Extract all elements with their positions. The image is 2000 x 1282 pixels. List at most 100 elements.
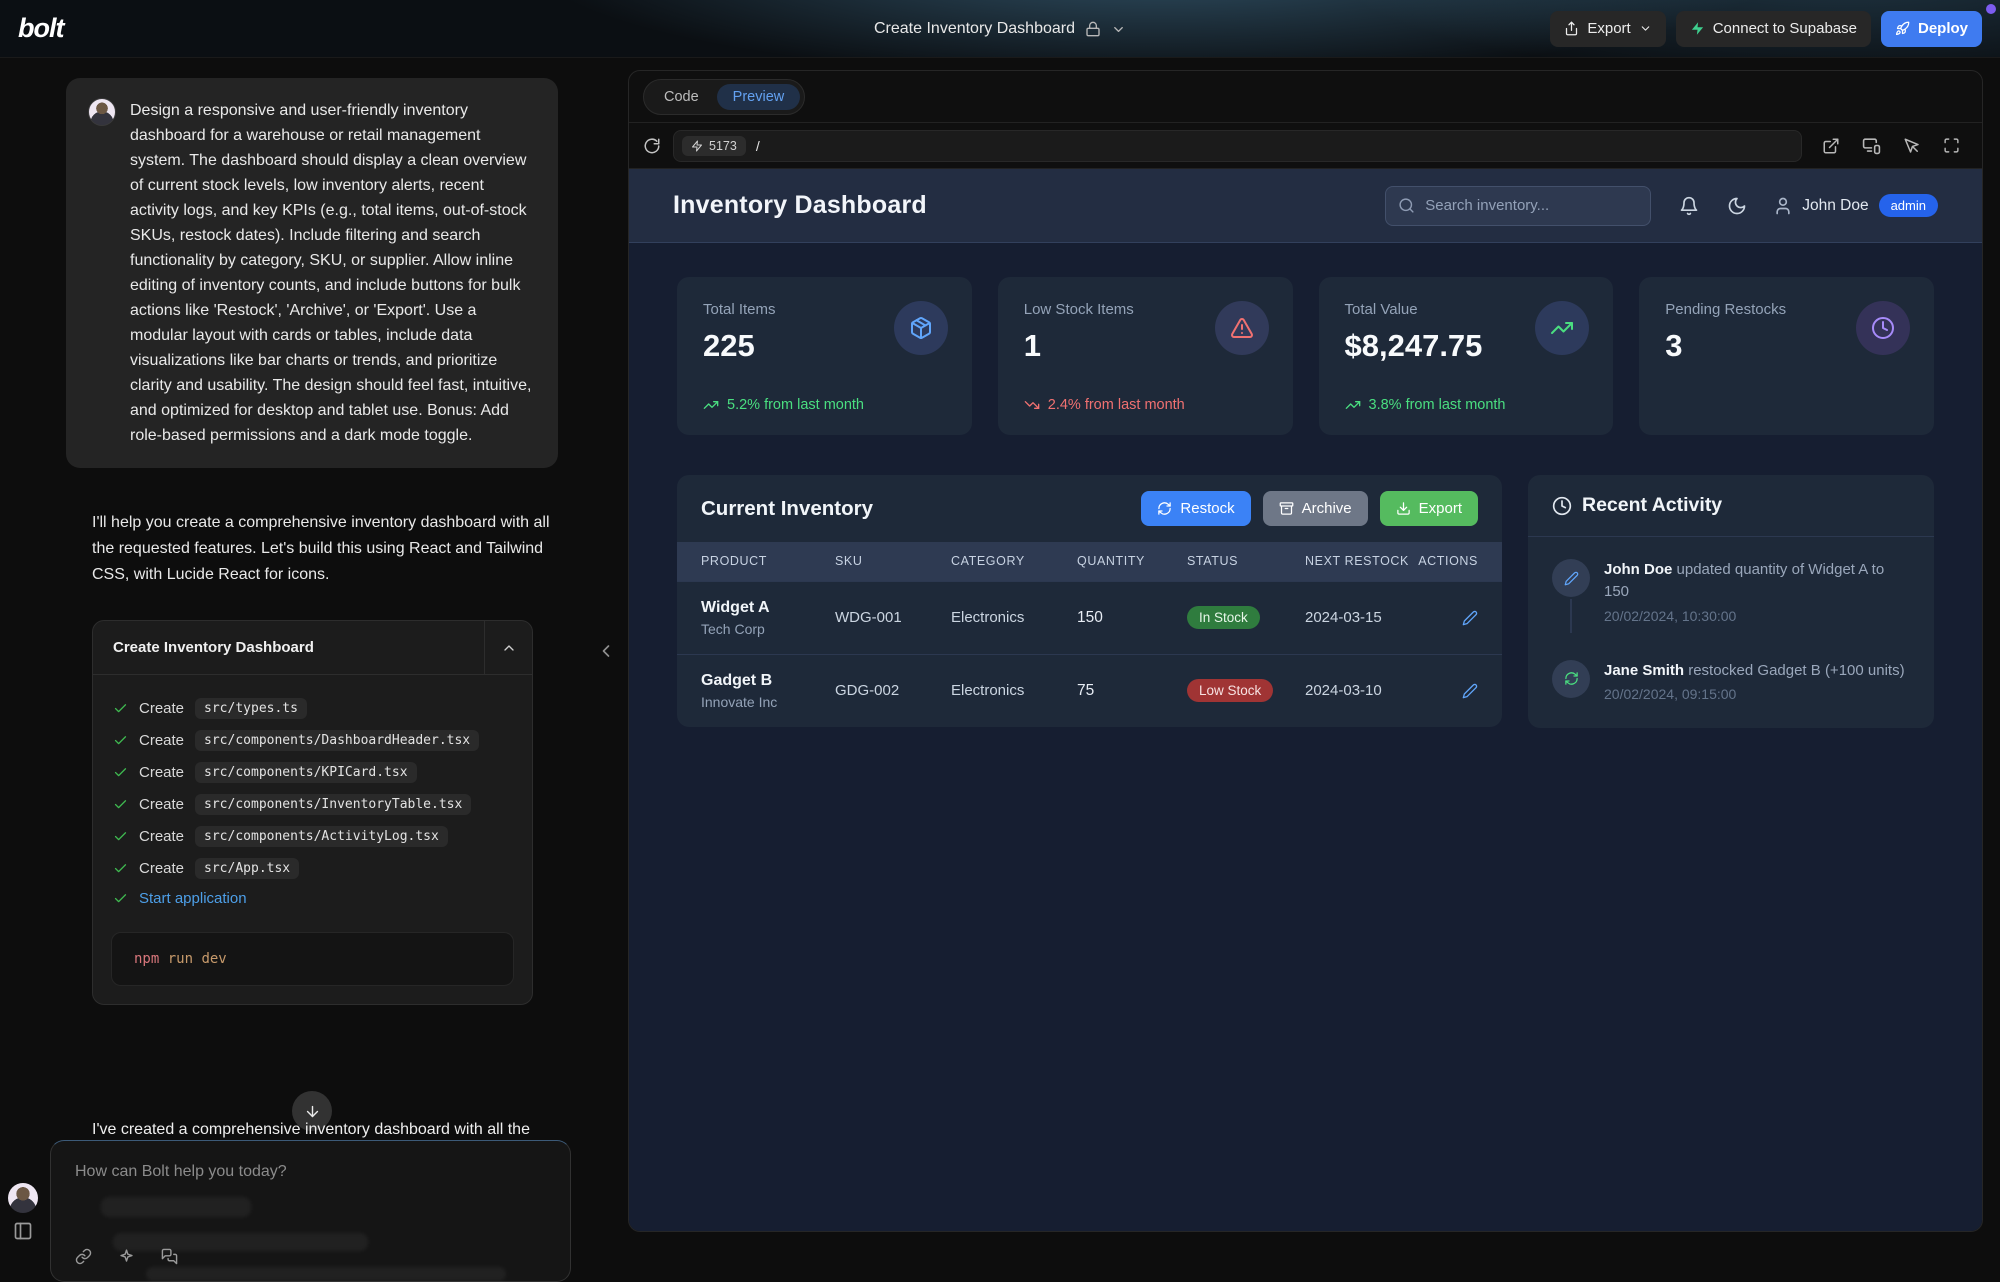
sku-cell: WDG-001	[835, 609, 951, 626]
column-sku: SKU	[835, 553, 951, 570]
open-in-new-tab-icon[interactable]	[1822, 137, 1840, 155]
column-product: PRODUCT	[701, 553, 835, 570]
attach-link-icon[interactable]	[75, 1248, 92, 1265]
project-title-menu[interactable]: Create Inventory Dashboard	[874, 0, 1126, 58]
inventory-title: Current Inventory	[701, 497, 873, 521]
activity-item: John Doe updated quantity of Widget A to…	[1552, 559, 1910, 624]
file-chip[interactable]: src/components/DashboardHeader.tsx	[195, 730, 479, 751]
sku-cell: GDG-002	[835, 682, 951, 699]
responsive-devices-icon[interactable]	[1862, 136, 1881, 155]
kpi-total-items: Total Items 225 5.2% from last month	[677, 277, 972, 435]
redacted-text	[101, 1197, 251, 1217]
clock-icon	[1552, 496, 1572, 516]
kpi-pending-restocks: Pending Restocks 3	[1639, 277, 1934, 435]
kpi-trend-text: 3.8% from last month	[1369, 397, 1506, 413]
archive-button[interactable]: Archive	[1263, 491, 1368, 526]
edit-row-button[interactable]	[1409, 610, 1478, 626]
collapse-artifact-button[interactable]	[484, 621, 532, 674]
search-input[interactable]: Search inventory...	[1385, 186, 1651, 226]
user-icon	[1773, 196, 1793, 216]
file-chip[interactable]: src/components/ActivityLog.tsx	[195, 826, 448, 847]
reload-icon[interactable]	[643, 137, 661, 155]
chevron-down-icon[interactable]	[1111, 22, 1126, 37]
quantity-cell[interactable]: 75	[1077, 682, 1187, 700]
role-badge: admin	[1879, 194, 1938, 217]
kpi-total-value: Total Value $8,247.75 3.8% from last mon…	[1319, 277, 1614, 435]
quantity-cell[interactable]: 150	[1077, 609, 1187, 627]
step-row: Create src/components/InventoryTable.tsx	[113, 794, 512, 815]
activity-timestamp: 20/02/2024, 09:15:00	[1604, 686, 1905, 702]
bell-icon[interactable]	[1679, 196, 1699, 216]
file-chip[interactable]: src/components/InventoryTable.tsx	[195, 794, 471, 815]
product-supplier: Innovate Inc	[701, 694, 835, 710]
check-icon	[113, 701, 128, 716]
column-next-restock: NEXT RESTOCK	[1305, 553, 1409, 570]
start-application-link[interactable]: Start application	[139, 890, 247, 907]
deploy-button[interactable]: Deploy	[1881, 11, 1982, 47]
next-restock-cell: 2024-03-15	[1305, 609, 1409, 626]
export-button[interactable]: Export	[1550, 11, 1665, 47]
activity-item: Jane Smith restocked Gadget B (+100 unit…	[1552, 660, 1910, 703]
category-cell: Electronics	[951, 682, 1077, 699]
check-icon	[113, 829, 128, 844]
inspector-cursor-icon[interactable]	[1903, 137, 1921, 155]
product-name: Gadget B	[701, 672, 835, 690]
trending-up-icon	[703, 397, 719, 413]
archive-label: Archive	[1302, 500, 1352, 517]
rocket-icon	[1895, 21, 1910, 36]
url-input[interactable]: 5173 /	[673, 130, 1802, 162]
discussion-icon[interactable]	[161, 1248, 178, 1265]
file-chip[interactable]: src/App.tsx	[195, 858, 299, 879]
tab-code[interactable]: Code	[648, 84, 715, 110]
export-csv-button[interactable]: Export	[1380, 491, 1478, 526]
trending-up-icon	[1345, 397, 1361, 413]
collapse-chat-button[interactable]	[596, 641, 616, 661]
step-action: Create	[139, 700, 184, 717]
restock-button[interactable]: Restock	[1141, 491, 1250, 526]
check-icon	[113, 891, 128, 906]
table-row: Gadget B Innovate Inc GDG-002 Electronic…	[677, 654, 1502, 727]
activity-user: John Doe	[1604, 561, 1672, 578]
table-header-row: PRODUCT SKU CATEGORY QUANTITY STATUS NEX…	[677, 542, 1502, 581]
step-action: Create	[139, 860, 184, 877]
step-row: Create src/components/DashboardHeader.ts…	[113, 730, 512, 751]
chat-input-placeholder: How can Bolt help you today?	[75, 1163, 546, 1181]
file-chip[interactable]: src/components/KPICard.tsx	[195, 762, 417, 783]
bolt-logo[interactable]: bolt	[18, 13, 63, 44]
edit-row-button[interactable]	[1409, 683, 1478, 699]
step-row-start-application: Start application	[113, 890, 512, 907]
activity-user: Jane Smith	[1604, 662, 1684, 679]
preview-frame: Inventory Dashboard Search inventory...	[629, 169, 1982, 1231]
step-action: Create	[139, 764, 184, 781]
port-chip[interactable]: 5173	[682, 136, 746, 156]
next-restock-cell: 2024-03-10	[1305, 682, 1409, 699]
inventory-table-card: Current Inventory Restock Archive	[677, 475, 1502, 727]
refresh-icon	[1552, 660, 1590, 698]
user-menu[interactable]: John Doe	[1773, 196, 1868, 216]
restock-label: Restock	[1180, 500, 1234, 517]
notification-dot	[1986, 4, 1996, 14]
archive-icon	[1279, 501, 1294, 516]
product-supplier: Tech Corp	[701, 621, 835, 637]
status-badge: In Stock	[1187, 606, 1260, 629]
recent-activity-card: Recent Activity John Doe updated quantit…	[1528, 475, 1934, 728]
fullscreen-icon[interactable]	[1943, 137, 1960, 154]
alert-triangle-icon	[1215, 301, 1269, 355]
assistant-message: I'll help you create a comprehensive inv…	[92, 510, 552, 1005]
status-badge: Low Stock	[1187, 679, 1273, 702]
port-number: 5173	[709, 139, 737, 153]
sidebar-toggle-icon[interactable]	[13, 1221, 33, 1241]
dark-mode-toggle-icon[interactable]	[1727, 196, 1747, 216]
redacted-text	[146, 1267, 506, 1281]
sparkles-icon[interactable]	[118, 1248, 135, 1265]
product-name: Widget A	[701, 599, 835, 617]
account-avatar[interactable]	[8, 1183, 38, 1213]
connect-supabase-button[interactable]: Connect to Supabase	[1676, 11, 1871, 47]
check-icon	[113, 797, 128, 812]
step-action: Create	[139, 796, 184, 813]
file-chip[interactable]: src/types.ts	[195, 698, 307, 719]
share-icon	[1564, 21, 1579, 36]
activity-timestamp: 20/02/2024, 10:30:00	[1604, 608, 1910, 624]
chat-input-box[interactable]: How can Bolt help you today?	[50, 1140, 571, 1282]
tab-preview[interactable]: Preview	[717, 84, 801, 110]
